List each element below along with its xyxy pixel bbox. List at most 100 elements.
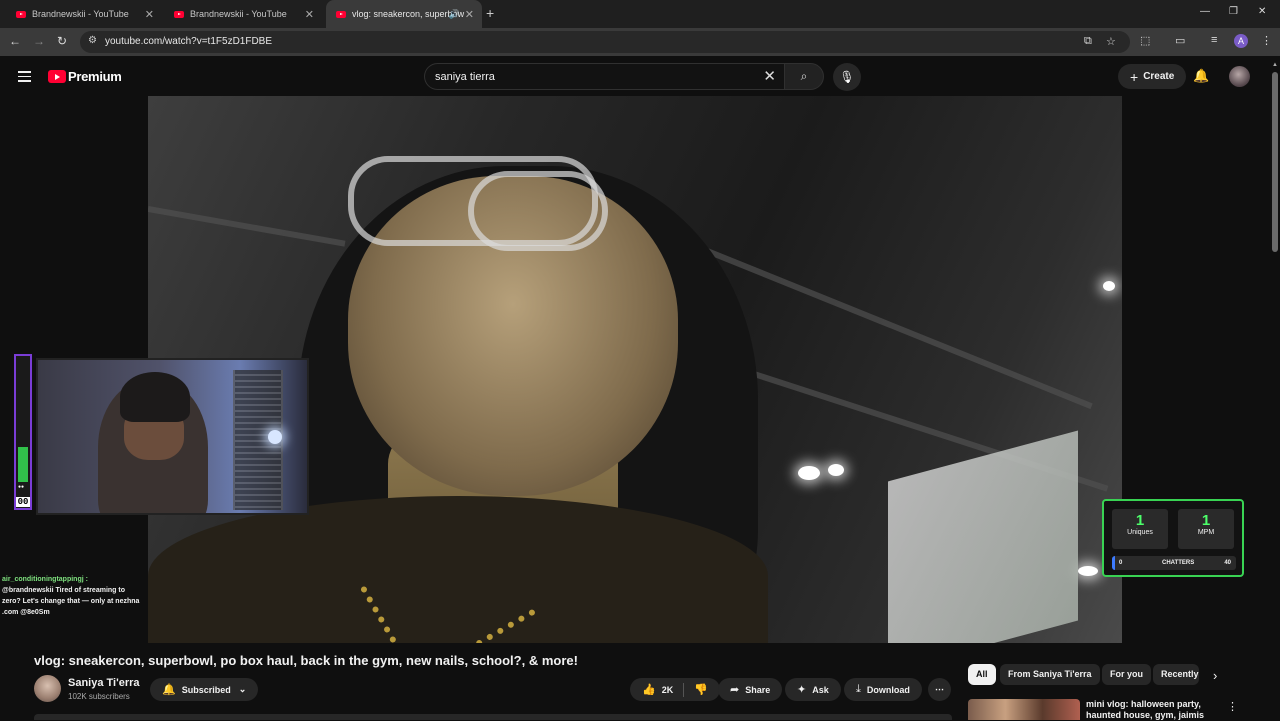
channel-name[interactable]: Saniya Ti'erra <box>68 677 140 689</box>
chat-username: air_conditioningtappingj : <box>2 576 88 583</box>
uniques-value: 1 <box>1135 512 1145 529</box>
chevron-down-icon: ⌄ <box>238 684 247 694</box>
close-tab-icon[interactable]: ✕ <box>465 8 474 21</box>
scrollbar-thumb[interactable] <box>1272 72 1278 252</box>
chip-all[interactable]: All <box>968 664 996 685</box>
menu-icon[interactable] <box>18 71 31 85</box>
bookmark-star-icon[interactable]: ☆ <box>1106 35 1116 48</box>
side-panel-icon[interactable]: ▭ <box>1175 34 1185 47</box>
download-button[interactable]: ⤓ Download <box>844 678 922 701</box>
youtube-favicon-icon <box>336 10 346 18</box>
plus-icon: + <box>1130 68 1139 85</box>
channel-avatar[interactable] <box>34 675 61 702</box>
ceiling-light <box>798 466 820 480</box>
youtube-favicon-icon <box>174 10 184 18</box>
browser-tab[interactable]: Brandnewskii - YouTube ✕ <box>164 0 322 28</box>
back-icon[interactable]: ← <box>9 34 21 48</box>
stream-stats-widget: 1 Uniques 1 MPM 0 CHATTERS 40 <box>1102 499 1244 577</box>
reload-icon[interactable]: ↻ <box>57 34 67 48</box>
search-button[interactable]: ⌕ <box>784 63 824 90</box>
chip-from-channel[interactable]: From Saniya Ti'erra <box>1000 664 1100 685</box>
more-horizontal-icon: ⋯ <box>935 684 944 694</box>
webcam-lamp <box>268 430 282 444</box>
like-count[interactable]: 2K <box>662 685 674 695</box>
dislike-icon[interactable]: 👎 <box>694 683 708 696</box>
forward-icon[interactable]: → <box>33 34 45 48</box>
page-scrollbar[interactable]: ▲ <box>1270 60 1280 720</box>
mpm-stat: 1 MPM <box>1178 509 1234 549</box>
notifications-bell-icon[interactable]: 🔔 <box>1193 68 1209 84</box>
extensions-icon[interactable]: ⬚ <box>1140 34 1150 47</box>
stream-chat-message: air_conditioningtappingj : @brandnewskii… <box>2 574 142 618</box>
audio-playing-icon[interactable]: 🔊 <box>449 9 460 20</box>
recommended-title[interactable]: mini vlog: halloween party, haunted hous… <box>1086 699 1206 721</box>
download-icon: ⤓ <box>856 683 861 695</box>
restore-icon[interactable]: ❐ <box>1229 6 1238 17</box>
mic-level-value: 00 <box>16 497 30 507</box>
browser-tab-strip: Brandnewskii - YouTube ✕ Brandnewskii - … <box>0 0 1280 28</box>
chatters-max: 40 <box>1224 560 1231 566</box>
search-icon: ⌕ <box>800 69 808 83</box>
chat-text: @brandnewskii Tired of streaming to zero… <box>2 587 140 616</box>
more-vertical-icon[interactable]: ⋮ <box>1227 700 1238 713</box>
subscribed-button[interactable]: 🔔 Subscribed ⌄ <box>150 678 259 701</box>
mic-level-meter: ●● 00 <box>14 354 32 510</box>
scroll-up-icon[interactable]: ▲ <box>1272 62 1278 68</box>
chevron-right-icon[interactable]: › <box>1213 668 1217 683</box>
share-label: Share <box>745 684 771 695</box>
url-text: youtube.com/watch?v=t1F5zD1FDBE <box>105 36 273 47</box>
account-avatar[interactable] <box>1229 66 1250 87</box>
chatters-label: CHATTERS <box>1162 560 1195 566</box>
browser-tab[interactable]: Brandnewskii - YouTube ✕ <box>6 0 162 28</box>
more-actions-button[interactable]: ⋯ <box>928 678 951 701</box>
description-box[interactable] <box>34 714 952 720</box>
ask-button[interactable]: ✦ Ask <box>785 678 841 701</box>
close-tab-icon[interactable]: ✕ <box>145 8 154 21</box>
search-input[interactable]: saniya tierra ✕ <box>424 63 784 90</box>
create-label: Create <box>1143 71 1175 82</box>
streamer-webcam <box>36 358 309 515</box>
recommended-thumbnail[interactable] <box>968 699 1080 720</box>
mic-level-fill <box>18 447 28 482</box>
media-control-icon[interactable]: ≡ <box>1211 34 1217 46</box>
meter-dots: ●● <box>18 484 25 490</box>
clear-search-icon[interactable]: ✕ <box>763 67 776 85</box>
like-divider <box>683 682 685 697</box>
site-info-icon[interactable]: ⚙ <box>88 35 97 46</box>
youtube-brand[interactable]: Premium <box>68 69 122 84</box>
search-query: saniya tierra <box>435 71 495 83</box>
browser-menu-icon[interactable]: ⋮ <box>1261 34 1272 47</box>
address-bar[interactable]: ⚙ youtube.com/watch?v=t1F5zD1FDBE ⧉ ☆ <box>80 31 1130 53</box>
youtube-logo-icon[interactable] <box>48 70 66 83</box>
browser-toolbar: ← → ↻ ⚙ youtube.com/watch?v=t1F5zD1FDBE … <box>0 28 1280 56</box>
close-tab-icon[interactable]: ✕ <box>305 8 314 21</box>
close-window-icon[interactable]: ✕ <box>1258 6 1266 17</box>
subscriber-count: 102K subscribers <box>68 692 130 701</box>
ceiling-light <box>828 464 844 476</box>
uniques-stat: 1 Uniques <box>1112 509 1168 549</box>
ceiling-light <box>1103 281 1115 291</box>
ceiling-light <box>1078 566 1098 576</box>
minimize-icon[interactable]: — <box>1200 6 1210 17</box>
chip-for-you[interactable]: For you <box>1102 664 1151 685</box>
like-icon[interactable]: 👍 <box>642 683 656 696</box>
new-tab-icon[interactable]: + <box>486 5 494 21</box>
mpm-label: MPM <box>1197 529 1215 536</box>
tab-title: Brandnewskii - YouTube <box>190 9 287 19</box>
install-app-icon[interactable]: ⧉ <box>1084 35 1092 48</box>
chatters-bar: 0 CHATTERS 40 <box>1112 556 1236 570</box>
ask-label: Ask <box>812 684 829 695</box>
tab-title: Brandnewskii - YouTube <box>32 9 129 19</box>
browser-tab-active[interactable]: vlog: sneakercon, superbow 🔊 ✕ <box>326 0 482 28</box>
sparkle-icon: ✦ <box>797 684 807 696</box>
voice-search-icon[interactable]: 🎙 <box>833 63 861 91</box>
create-button[interactable]: + Create <box>1118 64 1187 89</box>
bell-icon: 🔔 <box>162 684 176 696</box>
uniques-label: Uniques <box>1127 529 1153 536</box>
chip-recently[interactable]: Recently <box>1153 664 1199 685</box>
browser-profile-icon[interactable]: A <box>1234 34 1248 48</box>
share-button[interactable]: ➦ Share <box>718 678 783 701</box>
download-label: Download <box>866 684 910 695</box>
share-icon: ➦ <box>730 684 740 696</box>
youtube-favicon-icon <box>16 10 26 18</box>
